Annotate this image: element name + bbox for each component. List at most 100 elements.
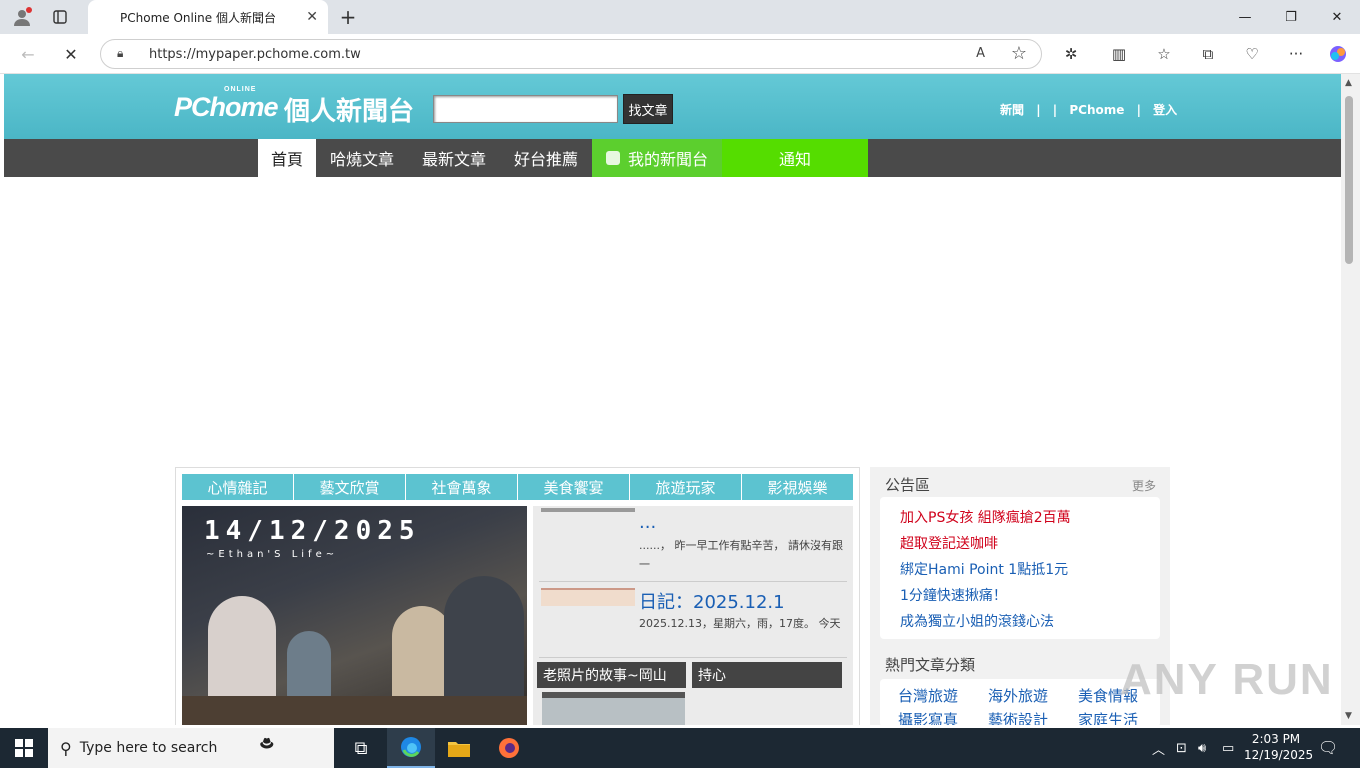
category-tab[interactable]: 社會萬象 [406,474,518,500]
announcement-link[interactable]: 綁定Hami Point 1點抵1元 [900,559,1068,579]
search-icon: ⚲ [60,738,72,758]
divider: | [1136,103,1141,117]
page-scrollbar[interactable]: ▲ ▼ [1341,74,1360,725]
edge-icon[interactable] [387,728,435,768]
minimize-icon[interactable]: — [1230,4,1260,30]
site-title[interactable]: 個人新聞台 [284,91,414,128]
network-icon[interactable]: ⊡ [1176,728,1187,768]
article-title[interactable]: ... [639,512,656,533]
search-article-button[interactable]: 找文章 [623,94,673,124]
stop-icon[interactable]: ✕ [58,42,84,66]
category-tab[interactable]: 心情雜記 [182,474,294,500]
scroll-up-icon[interactable]: ▲ [1345,78,1352,88]
url-field[interactable]: 🔒︎ https://mypaper.pchome.com.tw A ☆ [100,39,1042,69]
hot-category-link[interactable]: 攝影寫真 [898,709,958,725]
split-screen-icon[interactable]: ▥ [1107,43,1131,65]
anyrun-watermark: ANY RUN [1120,655,1334,704]
clock-date: 12/19/2025 [1244,748,1314,762]
photo-person [287,631,331,701]
nav-home[interactable]: 首頁 [258,139,316,177]
more-link[interactable]: 更多 [1132,477,1156,494]
article-title[interactable]: 日記：2025.12.1 [639,588,785,614]
tray-chevron-icon[interactable]: ︿ [1152,728,1165,768]
hot-category-link[interactable]: 台灣旅遊 [898,685,958,706]
featured-photo[interactable]: 14/12/2025 ~Ethan'S Life~ [182,506,527,725]
pchome-link[interactable]: PChome [1069,103,1124,117]
announcement-link[interactable]: 超取登記送咖啡 [900,533,998,553]
photo-table [182,696,527,725]
close-tab-icon[interactable]: ✕ [306,9,318,25]
category-tab[interactable]: 影視娛樂 [742,474,853,500]
site-header: PChome ONLINE 個人新聞台 找文章 新聞 | | PChome | … [4,74,1341,139]
favorites-icon[interactable]: ☆ [1152,43,1176,65]
browser-essentials-icon[interactable]: ♡ [1240,43,1264,65]
article-thumbnail [541,588,635,606]
browser-tab[interactable]: PChome Online 個人新聞台 ✕ [88,0,328,34]
announcement-link[interactable]: 1分鐘快速揪痛！ [900,585,1007,605]
nav-recommended[interactable]: 好台推薦 [500,139,592,177]
main-nav: 首頁 哈燒文章 最新文章 好台推薦 我的新聞台 通知 [4,139,1341,177]
taskbar-clock[interactable]: 2:03 PM 12/19/2025 [1244,731,1314,763]
close-window-icon[interactable]: ✕ [1322,4,1352,30]
logo-small-text: ONLINE [224,86,257,93]
article-excerpt: 2025.12.13，星期六，雨，17度。 今天 [639,617,841,630]
pchome-logo[interactable]: PChome ONLINE [174,86,279,123]
hot-category-link[interactable]: 藝術設計 [988,709,1048,725]
article-card-title[interactable]: 老照片的故事~岡山 [537,662,686,688]
nav-hot-articles[interactable]: 哈燒文章 [316,139,408,177]
copilot-icon[interactable] [1326,43,1350,65]
more-menu-icon[interactable]: ··· [1284,43,1308,65]
firefox-icon[interactable] [485,728,533,768]
profile-icon[interactable] [10,6,34,28]
announcement-link[interactable]: 成為獨立小姐的滾錢心法 [900,611,1054,631]
address-bar: ← ✕ 🔒︎ https://mypaper.pchome.com.tw A ☆… [0,34,1360,74]
display-icon[interactable]: ▭ [1222,728,1234,768]
nav-notifications[interactable]: 通知 [722,139,868,177]
top-links: 新聞 | | PChome | 登入 [1000,101,1185,118]
back-icon[interactable]: ← [15,42,41,66]
clock-time: 2:03 PM [1251,732,1301,746]
category-tab[interactable]: 藝文欣賞 [294,474,406,500]
restore-icon[interactable]: ❐ [1276,4,1306,30]
nav-my-newspaper-label: 我的新聞台 [627,150,708,169]
scrollbar-thumb[interactable] [1345,96,1353,264]
announcement-title: 公告區 [885,476,931,494]
news-link[interactable]: 新聞 [1000,103,1024,117]
article-card-title[interactable]: 持心 [692,662,842,688]
ad-space [4,177,1341,467]
new-tab-icon[interactable]: + [336,5,360,29]
category-tab[interactable]: 旅遊玩家 [630,474,742,500]
article-thumbnail [541,508,635,512]
lock-icon[interactable]: 🔒︎ [117,46,123,61]
read-aloud-icon[interactable]: A [976,46,985,61]
article-excerpt: ......， 昨一早工作有點辛苦， 請休沒有跟一 [639,539,843,571]
taskbar: ⚲ Type here to search 🎩︎ ⧉ ︿ ⊡ 🔊︎ ▭ 2:03… [0,728,1360,768]
list-item[interactable]: 日記：2025.12.1 2025.12.13，星期六，雨，17度。 今天 [539,582,847,658]
nav-new-articles[interactable]: 最新文章 [408,139,500,177]
photo-subtitle: ~Ethan'S Life~ [206,549,339,560]
favorite-star-icon[interactable]: ☆ [1011,43,1027,64]
category-tab[interactable]: 美食饗宴 [518,474,630,500]
nav-my-newspaper[interactable]: 我的新聞台 [592,139,722,177]
tab-actions-icon[interactable] [48,6,72,28]
article-card-thumbnail[interactable] [542,692,685,725]
hot-category-link[interactable]: 海外旅遊 [988,685,1048,706]
article-search-input[interactable] [433,95,618,123]
url-text: https://mypaper.pchome.com.tw [149,47,361,62]
extensions-icon[interactable]: ✲ [1059,43,1083,65]
windows-start-icon[interactable] [0,728,48,768]
collections-icon[interactable]: ⧉ [1196,43,1220,65]
scroll-down-icon[interactable]: ▼ [1345,711,1352,721]
file-explorer-icon[interactable] [435,728,483,768]
login-link[interactable]: 登入 [1153,103,1177,117]
article-list: ... ......， 昨一早工作有點辛苦， 請休沒有跟一 日記：2025.12… [533,506,853,725]
announcement-link[interactable]: 加入PS女孩 組隊瘋搶2百萬 [900,507,1071,527]
notifications-icon[interactable]: 🗨︎ [1318,738,1338,757]
smile-icon [605,151,620,165]
list-item[interactable]: ... ......， 昨一早工作有點辛苦， 請休沒有跟一 [539,506,847,582]
task-view-icon[interactable]: ⧉ [337,728,385,768]
notification-dot [26,7,32,13]
volume-icon[interactable]: 🔊︎ [1198,728,1206,768]
taskbar-search[interactable]: ⚲ Type here to search 🎩︎ [48,728,334,768]
hot-category-link[interactable]: 家庭生活 [1078,709,1138,725]
